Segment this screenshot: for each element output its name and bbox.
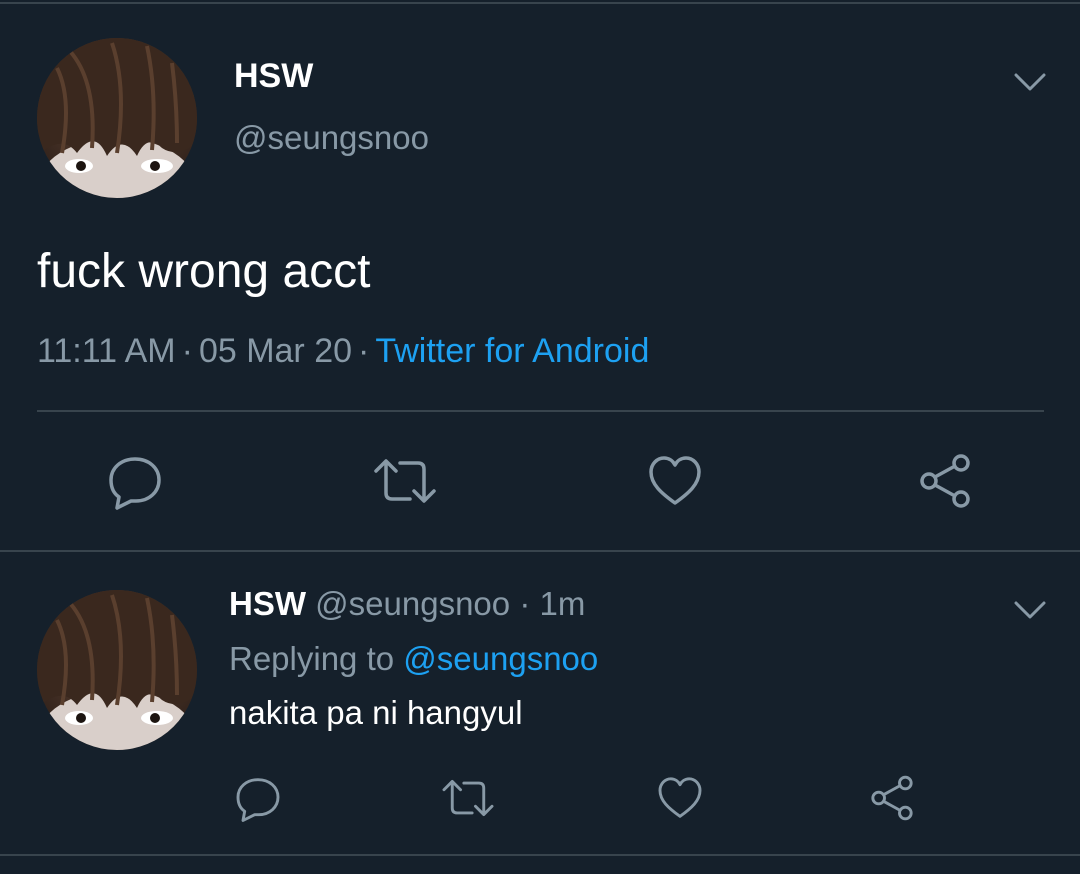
- tweet-text: nakita pa ni hangyul: [229, 694, 523, 731]
- display-name[interactable]: HSW: [234, 56, 313, 96]
- mention-link[interactable]: @seungsnoo: [403, 640, 598, 677]
- replying-to-label: Replying to: [229, 640, 395, 677]
- chevron-down-icon[interactable]: [1010, 590, 1050, 630]
- divider: [0, 550, 1080, 552]
- like-icon[interactable]: [640, 446, 710, 516]
- reply-icon[interactable]: [228, 768, 288, 828]
- share-icon[interactable]: [910, 446, 980, 516]
- meta-separator: ·: [181, 332, 193, 370]
- retweet-icon[interactable]: [438, 768, 498, 828]
- reply-icon[interactable]: [100, 446, 170, 516]
- top-divider: [0, 2, 1080, 4]
- tweet-time: 11:11 AM: [37, 332, 176, 370]
- avatar[interactable]: [37, 590, 197, 750]
- display-name[interactable]: HSW: [229, 585, 306, 622]
- retweet-icon[interactable]: [370, 446, 440, 516]
- avatar[interactable]: [37, 38, 197, 198]
- tweet-text: fuck wrong acct: [37, 245, 371, 298]
- username[interactable]: @seungsnoo: [315, 585, 510, 622]
- tweet-date: 05 Mar 20: [198, 332, 353, 370]
- tweet-meta: 11:11 AM · 05 Mar 20 · Twitter for Android: [37, 330, 649, 372]
- like-icon[interactable]: [650, 768, 710, 828]
- divider: [37, 410, 1044, 412]
- meta-separator: ·: [519, 585, 531, 622]
- replying-to: Replying to @seungsnoo: [229, 639, 598, 679]
- tweet-thread: HSW @seungsnoo fuck wrong acct 11:11 AM ·…: [0, 0, 1080, 874]
- chevron-down-icon[interactable]: [1010, 62, 1050, 102]
- source-link[interactable]: Twitter for Android: [375, 332, 649, 370]
- username[interactable]: @seungsnoo: [234, 118, 429, 158]
- divider: [0, 854, 1080, 856]
- tweet-time: 1m: [539, 585, 586, 622]
- meta-separator: ·: [358, 332, 370, 370]
- reply-header: HSW @seungsnoo · 1m: [229, 584, 585, 624]
- share-icon[interactable]: [862, 768, 922, 828]
